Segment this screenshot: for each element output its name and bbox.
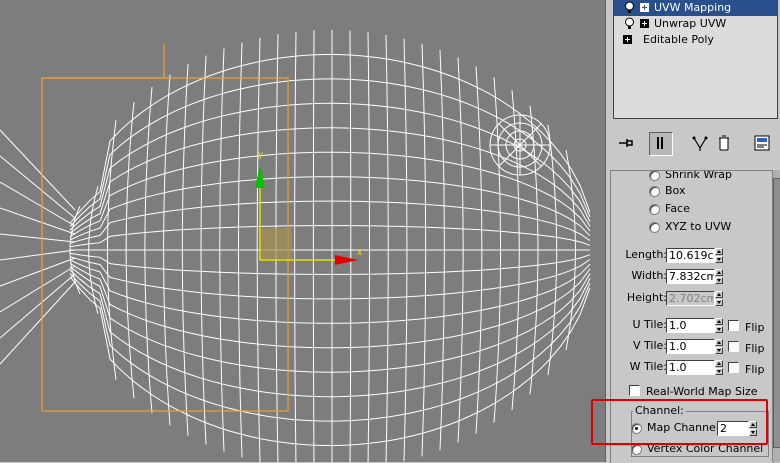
mesh-rib [368,32,370,462]
u-flip-checkbox[interactable] [728,320,739,331]
rollout-scrollbar[interactable] [772,170,780,462]
length-field[interactable]: 10.619cı [666,248,715,263]
mesh-loop [70,226,590,247]
y-axis-label: y [258,150,264,160]
stack-item-uvw-mapping[interactable]: UVW Mapping [614,0,777,16]
mesh-loop [70,177,590,240]
wireframe-mesh: yx [0,0,605,462]
lightbulb-icon[interactable] [623,1,636,15]
pin-stack-icon[interactable] [615,132,637,154]
mesh-loop [70,152,590,237]
radio-button[interactable] [649,204,660,215]
w-flip-label: Flip [745,361,764,379]
u-tile-field[interactable]: 1.0 [666,318,715,333]
length-row: Length: [611,246,667,264]
radio-button[interactable] [649,170,660,181]
make-unique-icon[interactable] [689,132,711,154]
w-flip-checkbox[interactable] [728,362,739,373]
show-end-result-button[interactable] [649,132,673,156]
mesh-rib [350,31,351,462]
w-tile-row: W Tile: [611,358,667,376]
x-axis-label: x [357,248,363,258]
radio-button[interactable] [649,222,660,233]
v-flip-label: Flip [745,340,764,358]
tail-fin-line [0,208,75,234]
lightbulb-icon[interactable] [623,17,636,31]
tail-fin-line [0,258,75,286]
eye-spoke [520,145,541,166]
stack-item-label: Unwrap UVW [654,17,726,30]
stack-item-label: Editable Poly [643,33,714,46]
command-panel: UVW Mapping Unwrap UVW Editable Poly Shr… [605,0,780,462]
expand-icon[interactable] [640,3,649,12]
mesh-loop [70,103,590,230]
mesh-rib [313,30,314,462]
tail-fin-line [0,182,75,226]
tail-fin-line [0,274,75,338]
show-end-result-icon [650,133,670,153]
modifier-stack-list[interactable]: UVW Mapping Unwrap UVW Editable Poly [613,0,778,119]
width-spinner[interactable] [715,269,723,284]
radio-button[interactable] [649,186,660,197]
w-tile-field[interactable]: 1.0 [666,360,715,375]
tail-fin-line [0,266,75,312]
v-tile-spinner[interactable] [715,339,723,354]
real-world-map-size-checkbox[interactable] [629,385,640,396]
expand-icon[interactable] [623,35,632,44]
map-channel-highlight [591,399,768,445]
tail-fin-line [0,234,75,242]
gizmo-top-edge [42,44,164,78]
x-axis-arrow [335,255,358,265]
tail-fin-line [0,130,75,210]
stack-toolbar [613,128,778,158]
u-tile-spinner[interactable] [715,318,723,333]
w-tile-spinner[interactable] [715,360,723,375]
u-tile-row: U Tile: [611,316,667,334]
mesh-rib [295,32,296,462]
v-tile-field[interactable]: 1.0 [666,339,715,354]
mesh-loop [70,270,590,397]
tail-fin-line [0,250,75,260]
mesh-loop [70,263,590,348]
eye-spoke [520,124,541,145]
radio-button[interactable] [631,444,642,455]
height-spinner[interactable] [715,291,723,306]
tail-fin-line [0,282,75,364]
stack-item-unwrap-uvw[interactable]: Unwrap UVW [614,16,777,32]
width-row: Width: [611,267,667,285]
length-spinner[interactable] [715,248,723,263]
uvw-gizmo-box [42,78,288,411]
height-row: Height: [611,289,667,307]
gizmo-plane-handle [260,228,292,260]
stack-item-label: UVW Mapping [654,1,731,14]
scrollbar-thumb[interactable] [773,178,780,448]
mesh-loop [70,253,590,274]
mesh-rib [386,35,388,462]
configure-modifier-sets-icon[interactable] [751,132,773,154]
mesh-loop [70,201,590,243]
mesh-loop [70,257,590,299]
u-flip-label: Flip [745,319,764,337]
height-field[interactable]: 2.702cm [666,291,715,306]
tail-fin-line [0,156,75,218]
stack-item-editable-poly[interactable]: Editable Poly [614,32,777,48]
perspective-viewport[interactable]: yx [0,0,605,462]
mesh-loop [70,273,590,421]
width-field[interactable]: 7.832cm [666,269,715,284]
v-flip-checkbox[interactable] [728,341,739,352]
v-tile-row: V Tile: [611,337,667,355]
expand-icon[interactable] [640,19,649,28]
y-axis-arrow [255,165,265,188]
mesh-loop [70,260,590,323]
remove-modifier-icon[interactable] [713,132,735,154]
